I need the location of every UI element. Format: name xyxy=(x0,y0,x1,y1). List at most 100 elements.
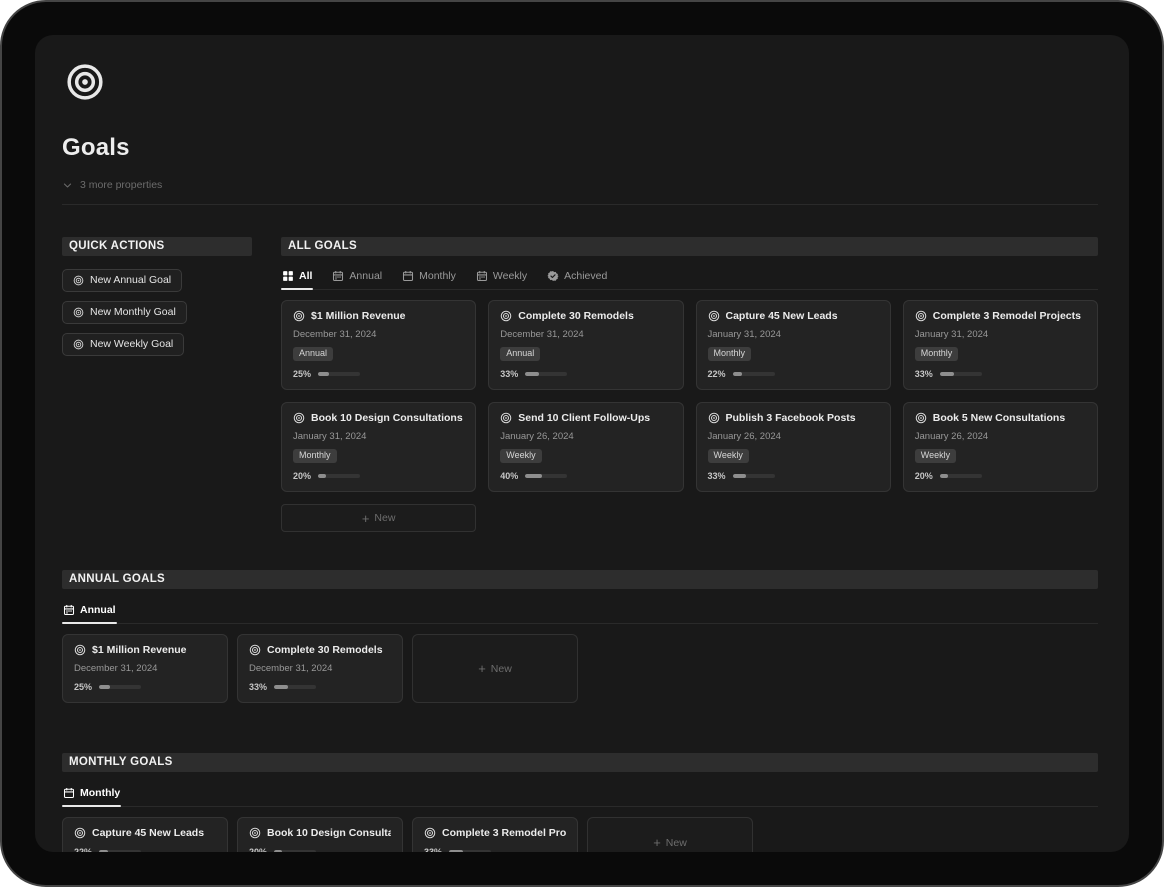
goal-date: January 26, 2024 xyxy=(915,431,1086,442)
tab-label: Annual xyxy=(80,604,116,616)
goal-title: Book 10 Design Consultations xyxy=(311,412,463,424)
grid-icon xyxy=(282,270,294,282)
goal-date: January 31, 2024 xyxy=(293,431,464,442)
all-goals-header: ALL GOALS xyxy=(281,237,1098,256)
tab-label: Achieved xyxy=(564,270,607,282)
new-button-label: New xyxy=(666,837,687,849)
target-icon xyxy=(708,310,720,322)
goal-percent: 20% xyxy=(249,847,267,852)
goal-date: January 31, 2024 xyxy=(915,329,1086,340)
target-icon xyxy=(500,412,512,424)
tab-label: Weekly xyxy=(493,270,527,282)
more-properties-toggle[interactable]: 3 more properties xyxy=(62,179,162,191)
tab-label: All xyxy=(299,270,312,282)
new-goal-button[interactable]: + New xyxy=(281,504,476,532)
goal-type-tag: Monthly xyxy=(293,449,337,463)
progress-bar xyxy=(525,474,567,478)
new-button-label: New xyxy=(491,663,512,675)
tab-annual[interactable]: Annual xyxy=(331,266,383,289)
goal-card[interactable]: Capture 45 New Leads 22% xyxy=(62,817,228,852)
tab-monthly[interactable]: Monthly xyxy=(401,266,457,289)
page-target-icon[interactable] xyxy=(65,62,105,102)
page-title: Goals xyxy=(62,134,1098,162)
tablet-frame: Goals 3 more properties QUICK ACTIONS Ne… xyxy=(0,0,1164,887)
goal-date: January 26, 2024 xyxy=(500,431,671,442)
all-goals-grid: $1 Million Revenue December 31, 2024 Ann… xyxy=(281,300,1098,532)
goal-type-tag: Annual xyxy=(500,347,540,361)
goal-card[interactable]: Complete 30 Remodels December 31, 2024 A… xyxy=(488,300,683,390)
goal-card[interactable]: Complete 30 Remodels December 31, 2024 3… xyxy=(237,634,403,703)
new-weekly-goal-button[interactable]: New Weekly Goal xyxy=(62,333,184,356)
monthly-goals-row: Capture 45 New Leads 22% Book 10 Design … xyxy=(62,817,1098,852)
tab-label: Monthly xyxy=(80,787,120,799)
progress-bar xyxy=(274,685,316,689)
goal-card[interactable]: Capture 45 New Leads January 31, 2024 Mo… xyxy=(696,300,891,390)
annual-goals-row: $1 Million Revenue December 31, 2024 25%… xyxy=(62,634,1098,703)
new-monthly-goal-button[interactable]: New Monthly Goal xyxy=(62,301,187,324)
goal-date: January 26, 2024 xyxy=(708,431,879,442)
header-divider xyxy=(62,204,1098,205)
goal-title: $1 Million Revenue xyxy=(92,644,187,656)
progress-bar xyxy=(99,685,141,689)
goal-title: $1 Million Revenue xyxy=(311,310,406,322)
goal-title: Book 5 New Consultations xyxy=(933,412,1065,424)
goal-percent: 33% xyxy=(424,847,442,852)
new-annual-goal-button[interactable]: New Annual Goal xyxy=(62,269,182,292)
goal-card[interactable]: Send 10 Client Follow-Ups January 26, 20… xyxy=(488,402,683,492)
goal-percent: 20% xyxy=(293,471,311,481)
all-goals-column: ALL GOALS All Annual Monthly xyxy=(281,237,1098,532)
progress-bar xyxy=(99,850,141,852)
goal-title: Capture 45 New Leads xyxy=(92,827,204,839)
target-icon xyxy=(74,827,86,839)
progress-bar xyxy=(940,474,982,478)
goal-card[interactable]: Complete 3 Remodel Projects 33% xyxy=(412,817,578,852)
goal-percent: 33% xyxy=(708,471,726,481)
progress-bar xyxy=(449,850,491,852)
plus-icon: + xyxy=(478,662,486,675)
goal-title: Send 10 Client Follow-Ups xyxy=(518,412,650,424)
tab-achieved[interactable]: Achieved xyxy=(546,266,608,289)
goal-card[interactable]: Book 10 Design Consultations 20% xyxy=(237,817,403,852)
quick-actions-header: QUICK ACTIONS xyxy=(62,237,252,256)
goal-type-tag: Weekly xyxy=(708,449,749,463)
goal-card[interactable]: $1 Million Revenue December 31, 2024 25% xyxy=(62,634,228,703)
goal-title: Complete 30 Remodels xyxy=(518,310,634,322)
goal-type-tag: Weekly xyxy=(915,449,956,463)
annual-goals-section: ANNUAL GOALS Annual $1 Million Revenue D… xyxy=(62,570,1098,703)
new-goal-button[interactable]: + New xyxy=(587,817,753,852)
new-goal-button[interactable]: + New xyxy=(412,634,578,703)
goal-title: Capture 45 New Leads xyxy=(726,310,838,322)
tab-weekly[interactable]: Weekly xyxy=(475,266,528,289)
goal-title: Complete 30 Remodels xyxy=(267,644,383,656)
target-icon xyxy=(424,827,436,839)
calendar-days-icon xyxy=(63,604,75,616)
button-label: New Weekly Goal xyxy=(90,338,173,350)
target-icon xyxy=(500,310,512,322)
goal-percent: 25% xyxy=(74,682,92,692)
goal-title: Book 10 Design Consultations xyxy=(267,827,391,839)
target-icon xyxy=(74,644,86,656)
plus-icon: + xyxy=(653,836,661,849)
tab-monthly[interactable]: Monthly xyxy=(62,783,121,806)
goal-type-tag: Annual xyxy=(293,347,333,361)
tab-all[interactable]: All xyxy=(281,266,313,289)
progress-bar xyxy=(733,372,775,376)
target-icon xyxy=(915,412,927,424)
goal-card[interactable]: $1 Million Revenue December 31, 2024 Ann… xyxy=(281,300,476,390)
annual-goals-tabs: Annual xyxy=(62,600,1098,624)
target-icon xyxy=(73,307,84,318)
tab-annual[interactable]: Annual xyxy=(62,600,117,623)
tab-label: Annual xyxy=(349,270,382,282)
goal-percent: 22% xyxy=(708,369,726,379)
monthly-goals-header: MONTHLY GOALS xyxy=(62,753,1098,772)
target-icon xyxy=(249,827,261,839)
goal-card[interactable]: Book 5 New Consultations January 26, 202… xyxy=(903,402,1098,492)
goal-percent: 22% xyxy=(74,847,92,852)
goal-card[interactable]: Book 10 Design Consultations January 31,… xyxy=(281,402,476,492)
calendar-days-icon xyxy=(476,270,488,282)
goal-date: December 31, 2024 xyxy=(74,663,216,674)
progress-bar xyxy=(274,850,316,852)
goal-card[interactable]: Complete 3 Remodel Projects January 31, … xyxy=(903,300,1098,390)
goal-card[interactable]: Publish 3 Facebook Posts January 26, 202… xyxy=(696,402,891,492)
new-button-label: New xyxy=(374,512,395,524)
